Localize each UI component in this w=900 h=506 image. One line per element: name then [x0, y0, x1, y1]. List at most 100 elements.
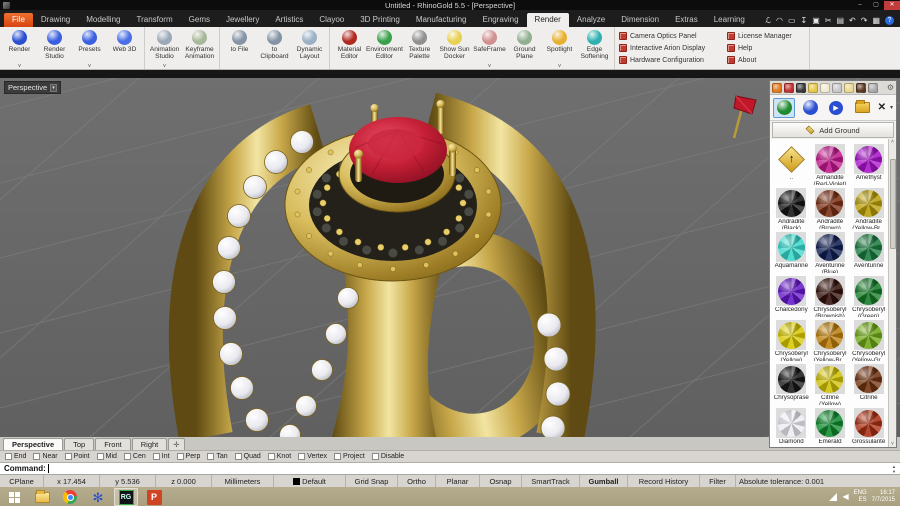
- render-button[interactable]: Render: [2, 28, 37, 69]
- osnap-cen[interactable]: Cen: [124, 453, 146, 460]
- about-item[interactable]: About: [727, 54, 805, 66]
- cplane-cell[interactable]: CPlane: [0, 475, 44, 487]
- pin-icon[interactable]: ↧: [801, 16, 808, 25]
- checkbox-icon[interactable]: [207, 453, 214, 460]
- animation-studio-button[interactable]: Animation Studio: [147, 28, 182, 69]
- menu-tab-transform[interactable]: Transform: [128, 13, 180, 27]
- scroll-up-icon[interactable]: ˄: [891, 139, 894, 145]
- interactive-arion-display-item[interactable]: Interactive Arion Display: [619, 42, 727, 54]
- menu-tab-gems[interactable]: Gems: [181, 13, 218, 27]
- render-to-clipboard-button[interactable]: to Clipboard: [257, 28, 292, 69]
- menu-tab-3d-printing[interactable]: 3D Printing: [352, 13, 408, 27]
- render-studio-button[interactable]: Render Studio: [37, 28, 72, 69]
- language-indicator[interactable]: ENG ES: [854, 490, 867, 504]
- app-shortcut-button[interactable]: ✻: [86, 488, 110, 506]
- textures-tab-icon[interactable]: [856, 83, 866, 93]
- osnap-end[interactable]: End: [5, 453, 26, 460]
- osnap-mid[interactable]: Mid: [97, 453, 117, 460]
- network-icon[interactable]: [829, 493, 837, 501]
- osnap-vertex[interactable]: Vertex: [298, 453, 327, 460]
- menu-tab-manufacturing[interactable]: Manufacturing: [408, 13, 475, 27]
- start-button[interactable]: [2, 488, 26, 506]
- osnap-knot[interactable]: Knot: [268, 453, 291, 460]
- menu-tab-engraving[interactable]: Engraving: [475, 13, 527, 27]
- tab-front[interactable]: Front: [95, 438, 131, 450]
- osnap-project[interactable]: Project: [334, 453, 365, 460]
- checkbox-icon[interactable]: [235, 453, 242, 460]
- gem-item[interactable]: Andradite (Yellow-Br...: [849, 185, 888, 229]
- panel-scrollbar[interactable]: ˄ ˅: [888, 139, 896, 447]
- surface-tool-icon[interactable]: ◠: [776, 16, 783, 25]
- library-tab-icon[interactable]: [868, 83, 878, 93]
- gem-item[interactable]: Amethyst: [849, 141, 888, 185]
- paste-icon[interactable]: ▤: [836, 16, 844, 25]
- viewport-label-badge[interactable]: Perspective ▾: [4, 81, 61, 94]
- checkbox-icon[interactable]: [33, 453, 40, 460]
- materials-tab-icon[interactable]: [844, 83, 854, 93]
- menu-tab-extras[interactable]: Extras: [667, 13, 706, 27]
- gem-item[interactable]: Chrysoprase: [772, 361, 811, 405]
- gem-item[interactable]: Andradite (Brown): [811, 185, 850, 229]
- menu-tab-artistics[interactable]: Artistics: [267, 13, 311, 27]
- gem-item[interactable]: Aventurine (Blue): [811, 229, 850, 273]
- osnap-quad[interactable]: Quad: [235, 453, 261, 460]
- scroll-down-icon[interactable]: ˅: [891, 441, 894, 447]
- camera-optics-panel-item[interactable]: Camera Optics Panel: [619, 30, 727, 42]
- gem-materials-button[interactable]: [773, 98, 795, 118]
- osnap-toggle[interactable]: Osnap: [480, 475, 522, 487]
- osnap-int[interactable]: Int: [153, 453, 170, 460]
- gumball-toggle[interactable]: Gumball: [580, 475, 628, 487]
- ground-plane-options-button[interactable]: Ground Plane Options: [507, 28, 542, 69]
- tab-right[interactable]: Right: [132, 438, 168, 450]
- osnap-tan[interactable]: Tan: [207, 453, 227, 460]
- checkbox-icon[interactable]: [268, 453, 275, 460]
- planar-toggle[interactable]: Planar: [436, 475, 480, 487]
- menu-tab-modelling[interactable]: Modelling: [78, 13, 128, 27]
- menu-tab-analyze[interactable]: Analyze: [569, 13, 613, 27]
- layer-cell[interactable]: Default: [274, 475, 346, 487]
- checkbox-icon[interactable]: [153, 453, 160, 460]
- record-history-toggle[interactable]: Record History: [628, 475, 700, 487]
- checkbox-icon[interactable]: [372, 453, 379, 460]
- layers-tab-icon[interactable]: [832, 83, 842, 93]
- clock[interactable]: 16:17 7/7/2015: [872, 490, 895, 504]
- undo-icon[interactable]: ↶: [849, 16, 856, 25]
- osnap-disable[interactable]: Disable: [372, 453, 404, 460]
- gem-item[interactable]: Chrysoberyl (Yellow): [772, 317, 811, 361]
- license-manager-item[interactable]: License Manager: [727, 30, 805, 42]
- environment-editor-button[interactable]: Environment Editor: [367, 28, 402, 69]
- help-item[interactable]: Help: [727, 42, 805, 54]
- redo-icon[interactable]: ↷: [861, 16, 868, 25]
- render-to-file-button[interactable]: to File: [222, 28, 257, 69]
- file-explorer-button[interactable]: [30, 488, 54, 506]
- tab-top[interactable]: Top: [64, 438, 94, 450]
- up-folder-item[interactable]: ↑ ..: [772, 141, 811, 185]
- chrome-button[interactable]: [58, 488, 82, 506]
- web-3d-button[interactable]: Web 3D: [107, 28, 142, 69]
- menu-tab-jewellery[interactable]: Jewellery: [218, 13, 267, 27]
- help-icon[interactable]: ?: [885, 16, 894, 25]
- history-tab-icon[interactable]: [820, 83, 830, 93]
- minimize-button[interactable]: –: [852, 1, 868, 10]
- gear-icon[interactable]: ⚙: [887, 83, 894, 93]
- rhinogold-taskbar-button[interactable]: RG: [114, 488, 138, 506]
- checkbox-icon[interactable]: [5, 453, 12, 460]
- viewport-3d[interactable]: Perspective ▾: [0, 78, 900, 437]
- menu-tab-dimension[interactable]: Dimension: [613, 13, 667, 27]
- command-history-spinner[interactable]: ▲▼: [892, 463, 896, 474]
- edge-softening-button[interactable]: Edge Softening: [577, 28, 612, 69]
- powerpoint-button[interactable]: P: [142, 488, 166, 506]
- gem-item[interactable]: Aquamarine: [772, 229, 811, 273]
- smarttrack-toggle[interactable]: SmartTrack: [522, 475, 580, 487]
- safeframe-button[interactable]: SafeFrame: [472, 28, 507, 69]
- filter-toggle[interactable]: Filter: [700, 475, 736, 487]
- osnap-point[interactable]: Point: [65, 453, 90, 460]
- gem-item[interactable]: Citrine (Yellow): [811, 361, 850, 405]
- checkbox-icon[interactable]: [97, 453, 104, 460]
- menu-tab-file[interactable]: File: [4, 13, 33, 27]
- menu-tab-render[interactable]: Render: [527, 13, 569, 27]
- save-icon[interactable]: ▦: [872, 16, 880, 25]
- checkbox-icon[interactable]: [298, 453, 305, 460]
- gem-item[interactable]: Chrysoberyl (Yellow-Br...: [811, 317, 850, 361]
- checkbox-icon[interactable]: [124, 453, 131, 460]
